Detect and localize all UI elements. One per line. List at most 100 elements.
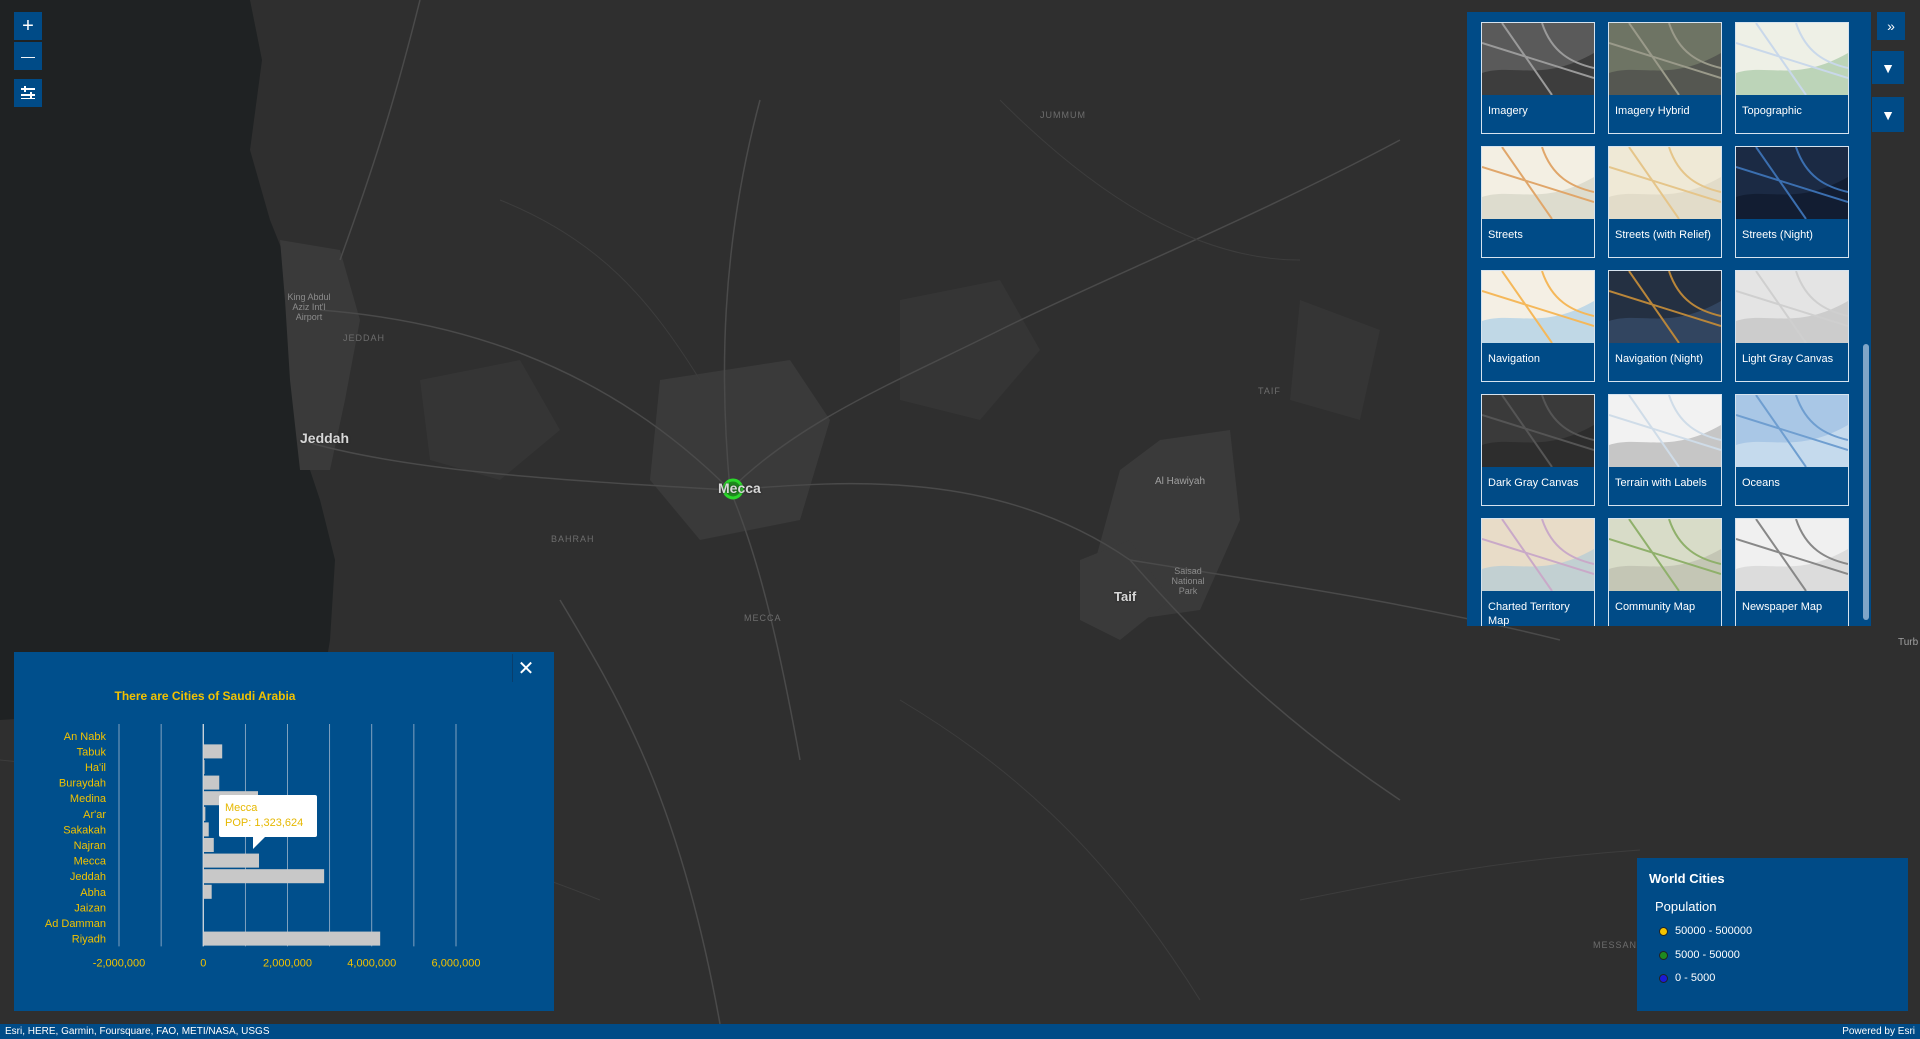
- basemap-tile[interactable]: Topographic: [1735, 22, 1849, 134]
- charted-territory-thumbnail: [1482, 519, 1594, 591]
- plus-icon: +: [22, 14, 34, 37]
- category-label: Ha'il: [85, 762, 106, 774]
- category-label: Sakakah: [63, 824, 106, 836]
- bar-jeddah[interactable]: [203, 869, 325, 884]
- category-label: Tabuk: [77, 746, 107, 758]
- triangle-down-icon: ▼: [1881, 106, 1895, 123]
- district-label-taif: TAIF: [1258, 386, 1281, 396]
- bar-ha-il[interactable]: [203, 759, 205, 775]
- bar-riyadh[interactable]: [203, 931, 381, 946]
- bar-abha[interactable]: [203, 884, 212, 899]
- terrain-thumbnail: [1609, 395, 1721, 467]
- district-label-jeddah: JEDDAH: [343, 333, 386, 343]
- chart-title: There are Cities of Saudi Arabia: [115, 689, 296, 703]
- city-label-jeddah: Jeddah: [300, 430, 350, 446]
- basemap-tile[interactable]: Dark Gray Canvas: [1481, 394, 1595, 506]
- bar-sakakah[interactable]: [203, 822, 209, 837]
- chart-tooltip: Mecca POP: 1,323,624: [219, 795, 317, 849]
- basemap-tile-label: Streets (with Relief): [1615, 229, 1711, 241]
- navigation-thumbnail: [1482, 271, 1594, 343]
- category-label: Ar'ar: [83, 809, 106, 821]
- close-icon: ✕: [517, 657, 535, 680]
- district-label-bahrah: BAHRAH: [551, 534, 595, 544]
- basemap-tile[interactable]: Charted Territory Map: [1481, 518, 1595, 626]
- basemap-tile[interactable]: Imagery Hybrid: [1608, 22, 1722, 134]
- basemap-tile-label: Terrain with Labels: [1615, 477, 1707, 489]
- basemap-tile[interactable]: Terrain with Labels: [1608, 394, 1722, 506]
- legend-swatch: [1659, 973, 1668, 983]
- minus-icon: —: [21, 48, 35, 64]
- legend-label: 0 - 5000: [1675, 972, 1716, 984]
- city-label-taif: Taif: [1114, 589, 1137, 604]
- attribution-sources[interactable]: Esri, HERE, Garmin, Foursquare, FAO, MET…: [5, 1024, 270, 1039]
- district-label-messan: MESSAN: [1593, 940, 1638, 950]
- legend-panel: World Cities Population 50000 - 500000 5…: [1637, 858, 1908, 1011]
- dark-gray-canvas-thumbnail: [1482, 395, 1594, 467]
- bar-tabuk[interactable]: [203, 744, 223, 759]
- basemap-gallery: Imagery Imagery Hybrid Topographic Streets S…: [1467, 12, 1871, 626]
- basemap-tile[interactable]: Navigation: [1481, 270, 1595, 382]
- expand-widget-button-1[interactable]: ▼: [1872, 51, 1904, 84]
- basemap-tile[interactable]: Streets (Night): [1735, 146, 1849, 258]
- streets-night-thumbnail: [1736, 147, 1848, 219]
- navigation-night-thumbnail: [1609, 271, 1721, 343]
- airport-label: King Abdul Aziz Int'l Airport: [287, 292, 331, 322]
- bar-ar-ar[interactable]: [203, 806, 206, 821]
- zoom-in-button[interactable]: +: [14, 12, 42, 40]
- light-gray-canvas-thumbnail: [1736, 271, 1848, 343]
- legend-subtitle: Population: [1655, 899, 1717, 914]
- basemap-tile-label: Community Map: [1615, 601, 1696, 613]
- legend-label: 5000 - 50000: [1675, 949, 1740, 961]
- layer-toggle-button[interactable]: [14, 79, 42, 107]
- close-chart-button[interactable]: ✕: [512, 654, 539, 682]
- basemap-tile-label: Streets: [1488, 229, 1523, 241]
- basemap-tile-label: Newspaper Map: [1742, 601, 1823, 613]
- triangle-down-icon: ▼: [1881, 59, 1895, 76]
- x-tick-label: 0: [200, 957, 206, 969]
- basemap-tile-label: Charted Territory Map: [1488, 601, 1570, 626]
- district-label-jummum: JUMMUM: [1040, 110, 1086, 120]
- legend-item: 5000 - 50000: [1659, 949, 1740, 961]
- category-label: Medina: [70, 793, 107, 805]
- category-label: Riyadh: [72, 934, 106, 946]
- gallery-scrollbar[interactable]: [1863, 344, 1869, 620]
- basemap-tile[interactable]: Streets (with Relief): [1608, 146, 1722, 258]
- category-label: Abha: [80, 887, 107, 899]
- legend-item: 0 - 5000: [1659, 972, 1715, 984]
- collapse-panel-button[interactable]: »: [1877, 12, 1905, 40]
- basemap-tile[interactable]: Navigation (Night): [1608, 270, 1722, 382]
- legend-label: 50000 - 500000: [1675, 925, 1753, 937]
- double-chevron-right-icon: »: [1887, 18, 1895, 34]
- legend-swatch: [1659, 926, 1668, 936]
- basemap-tile[interactable]: Newspaper Map: [1735, 518, 1849, 626]
- powered-by-esri[interactable]: Powered by Esri: [1842, 1024, 1915, 1039]
- basemap-tile[interactable]: Community Map: [1608, 518, 1722, 626]
- basemap-tile[interactable]: Imagery: [1481, 22, 1595, 134]
- bar-najran[interactable]: [203, 837, 214, 853]
- community-map-thumbnail: [1609, 519, 1721, 591]
- place-label-al-hawiyah: Al Hawiyah: [1155, 476, 1206, 487]
- basemap-tile-label: Oceans: [1742, 477, 1780, 489]
- basemap-tile-label: Navigation: [1488, 353, 1540, 365]
- category-label: Jaizan: [74, 902, 106, 914]
- basemap-tile[interactable]: Oceans: [1735, 394, 1849, 506]
- basemap-tile[interactable]: Light Gray Canvas: [1735, 270, 1849, 382]
- basemap-tile-label: Topographic: [1742, 105, 1802, 117]
- topographic-thumbnail: [1736, 23, 1848, 95]
- category-label: Jeddah: [70, 871, 106, 883]
- basemap-tile[interactable]: Streets: [1481, 146, 1595, 258]
- basemap-tile-label: Imagery Hybrid: [1615, 105, 1690, 117]
- district-label-mecca: MECCA: [744, 613, 782, 623]
- sliders-icon: [21, 86, 35, 99]
- basemap-tile-label: Dark Gray Canvas: [1488, 477, 1579, 489]
- streets-thumbnail: [1482, 147, 1594, 219]
- bar-buraydah[interactable]: [203, 775, 220, 790]
- zoom-out-button[interactable]: —: [14, 42, 42, 70]
- chart-bars: [203, 744, 381, 946]
- bar-mecca[interactable]: [203, 853, 260, 868]
- imagery-thumbnail: [1482, 23, 1594, 95]
- place-label-turb: Turb: [1898, 637, 1919, 648]
- chart-tick-labels: -2,000,000 0 2,000,000 4,000,000 6,000,000: [93, 957, 481, 969]
- expand-widget-button-2[interactable]: ▼: [1872, 97, 1904, 132]
- x-tick-label: -2,000,000: [93, 957, 146, 969]
